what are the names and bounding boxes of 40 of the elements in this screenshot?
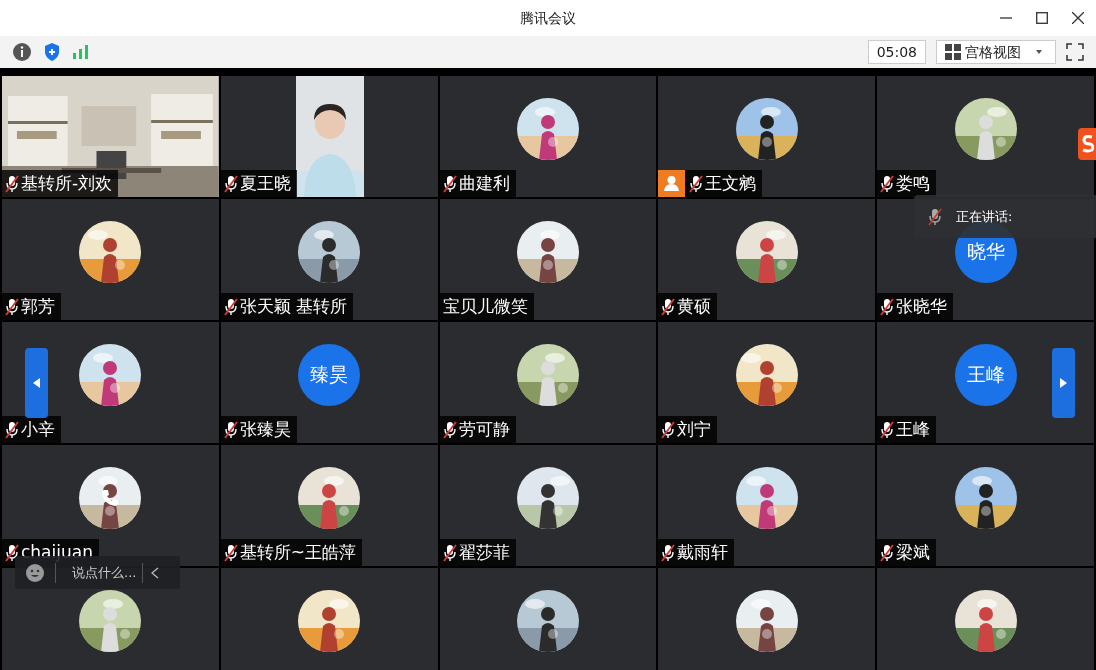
logo-icon: [1078, 128, 1096, 160]
right-triangle-icon: [1059, 378, 1068, 388]
participant-name: 小辛: [21, 417, 55, 441]
participant-name: 娄鸣: [896, 171, 931, 195]
muted-mic-icon: [928, 207, 942, 226]
meeting-timer: 05:08: [867, 40, 926, 64]
participant-name: 张臻昊: [239, 417, 291, 441]
emoji-icon[interactable]: [25, 562, 45, 583]
participant-name: 王峰: [896, 417, 931, 441]
participant-name: 基转所-刘欢: [21, 171, 113, 195]
participant-name: 张晓华: [896, 294, 948, 318]
previous-page-button[interactable]: [25, 348, 48, 418]
participant-name: 曲建利: [458, 171, 510, 195]
maximize-icon: [1036, 12, 1048, 24]
window-title: 腾讯会议: [520, 8, 576, 28]
participant-name: 劳可静: [458, 417, 510, 441]
participant-name: 宝贝儿微笑: [442, 294, 528, 318]
participant-name: 郭芳: [21, 294, 55, 318]
fullscreen-icon[interactable]: [1066, 43, 1084, 61]
participant-name: 基转所~王皓萍: [239, 540, 357, 564]
next-page-button[interactable]: [1052, 348, 1075, 418]
participant-name: 刘宁: [677, 417, 712, 441]
close-icon: [1072, 12, 1084, 24]
participant-name: 戴雨轩: [677, 540, 729, 564]
grid-view-dropdown[interactable]: 宫格视图: [936, 40, 1056, 64]
participant-name: 翟莎菲: [458, 540, 510, 564]
chat-input-bar[interactable]: 说点什么...: [15, 556, 180, 589]
collapse-icon[interactable]: [151, 566, 159, 579]
left-triangle-icon: [32, 378, 41, 388]
grid-icon: [945, 44, 961, 60]
info-icon[interactable]: [12, 42, 32, 62]
participant-name: 王文鹓: [705, 171, 757, 195]
chat-placeholder: 说点什么...: [72, 563, 136, 582]
shield-icon[interactable]: [42, 42, 62, 62]
avatar-initials: 臻昊: [298, 343, 361, 406]
participant-name: 梁斌: [896, 540, 931, 564]
participant-name: 张天颖 基转所: [239, 294, 348, 318]
participant-name: 黄硕: [677, 294, 712, 318]
participant-name: 夏王晓: [239, 171, 291, 195]
avatar-initials: 王峰: [954, 343, 1017, 406]
